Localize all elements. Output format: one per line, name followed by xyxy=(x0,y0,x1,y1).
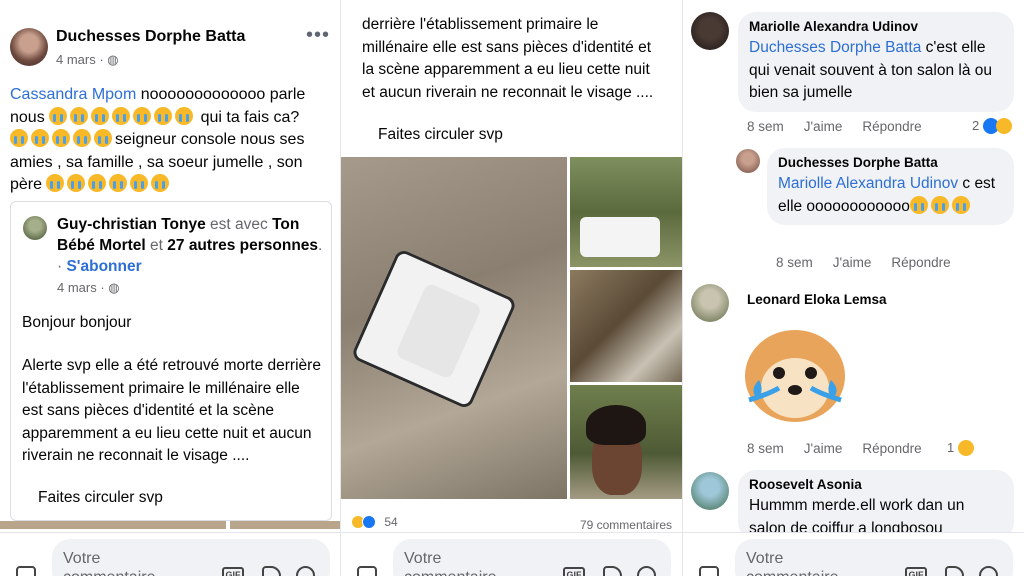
comment-placeholder: Votre commentaire xyxy=(746,550,838,576)
post-text-b: qui ta fais ca? xyxy=(196,108,300,126)
post-body: Cassandra Mpom nooooooooooooo parle nous… xyxy=(10,84,330,197)
crying-emoji-row-2 xyxy=(10,129,115,148)
gif-icon[interactable]: GIF xyxy=(222,567,244,576)
comment-time: 8 sem xyxy=(747,119,784,134)
comment-text: Mariolle Alexandra Udinov c est elle ooo… xyxy=(778,175,995,215)
shared-footer: Faites circuler svp xyxy=(38,489,163,506)
shared-author[interactable]: Guy-christian Tonye xyxy=(57,216,206,233)
like-button[interactable]: J'aime xyxy=(804,441,843,456)
sad-reaction-icon xyxy=(995,118,1012,134)
author-avatar[interactable] xyxy=(10,28,48,66)
sad-reaction-icon xyxy=(957,440,974,456)
comment-author[interactable]: Leonard Eloka Lemsa xyxy=(747,292,887,307)
photo-face[interactable] xyxy=(570,385,682,499)
shared-post[interactable]: Guy-christian Tonye est avec Ton Bébé Mo… xyxy=(10,201,332,521)
shared-body: Alerte svp elle a été retrouvé morte der… xyxy=(22,357,321,464)
comment-input[interactable]: Votre commentaire xyxy=(393,539,671,576)
like-button[interactable]: J'aime xyxy=(833,255,872,270)
camera-icon[interactable] xyxy=(357,566,377,576)
and-text: et xyxy=(145,237,168,254)
comment-actions: 8 sem J'aime Répondre xyxy=(747,441,942,456)
reaction-count: 54 xyxy=(384,515,398,529)
comments-count[interactable]: 79 commentaires xyxy=(580,518,672,532)
photo-strip-edge xyxy=(0,521,226,529)
camera-icon[interactable] xyxy=(16,566,36,576)
post-panel-middle: derrière l'établissement primaire le mil… xyxy=(341,0,682,576)
post-continued-footer: Faites circuler svp xyxy=(378,126,503,143)
reaction-count: 2 xyxy=(972,118,980,133)
crying-emoji-row-3 xyxy=(46,174,172,193)
photo-grid xyxy=(341,157,682,499)
comment-placeholder: Votre commentaire xyxy=(63,550,155,576)
comment-actions: 8 sem J'aime Répondre xyxy=(776,255,971,270)
like-reaction-icon xyxy=(362,515,376,529)
globe-icon: ◍ xyxy=(108,280,120,295)
shared-date-text: 4 mars · xyxy=(57,280,109,295)
comment-placeholder: Votre commentaire xyxy=(404,550,496,576)
follow-link[interactable]: S'abonner xyxy=(66,258,141,275)
commenter-avatar[interactable] xyxy=(736,149,760,173)
commenter-avatar[interactable] xyxy=(691,284,729,322)
camera-icon[interactable] xyxy=(699,566,719,576)
comment-bubble: Duchesses Dorphe Batta Mariolle Alexandr… xyxy=(767,148,1014,225)
reply-button[interactable]: Répondre xyxy=(891,255,950,270)
like-button[interactable]: J'aime xyxy=(804,119,843,134)
comment-actions: 8 sem J'aime Répondre xyxy=(747,119,942,134)
comment-mention[interactable]: Duchesses Dorphe Batta xyxy=(749,39,921,56)
comment-input[interactable]: Votre commentaire xyxy=(735,539,1013,576)
post-date-text: 4 mars · xyxy=(56,52,108,67)
crying-dog-sticker[interactable] xyxy=(739,318,851,428)
photo-body-covered[interactable] xyxy=(570,157,682,267)
crying-emoji-row xyxy=(49,106,196,126)
comment-bar: Votre commentaire GIF xyxy=(683,532,1024,576)
shared-date: 4 mars · ◍ xyxy=(57,280,120,296)
reply-button[interactable]: Répondre xyxy=(862,441,921,456)
comment-time: 8 sem xyxy=(747,441,784,456)
comment-text: Hummm merde.ell work dan un salon de coi… xyxy=(749,497,965,537)
comment-author[interactable]: Duchesses Dorphe Batta xyxy=(778,155,1003,170)
with-text: est avec xyxy=(205,216,273,233)
reply-button[interactable]: Répondre xyxy=(862,119,921,134)
photo-closeup[interactable] xyxy=(570,270,682,382)
mention-link[interactable]: Cassandra Mpom xyxy=(10,86,136,103)
comment-bar: Votre commentaire GIF xyxy=(0,532,340,576)
crying-emoji-row xyxy=(909,195,973,215)
comment-text: Duchesses Dorphe Batta c'est elle qui ve… xyxy=(749,39,992,101)
post-panel-left: Duchesses Dorphe Batta 4 mars · ◍ ••• Ca… xyxy=(0,0,340,576)
gif-icon[interactable]: GIF xyxy=(563,567,585,576)
photo-handbag[interactable] xyxy=(341,157,567,499)
post-author[interactable]: Duchesses Dorphe Batta xyxy=(56,28,245,46)
comment-reactions[interactable]: 1 xyxy=(947,440,974,456)
commenter-avatar[interactable] xyxy=(691,472,729,510)
comment-bubble: Roosevelt Asonia Hummm merde.ell work da… xyxy=(738,470,1014,540)
post-date: 4 mars · ◍ xyxy=(56,52,119,68)
shared-greeting: Bonjour bonjour xyxy=(22,314,132,331)
globe-icon: ◍ xyxy=(107,52,119,67)
gif-icon[interactable]: GIF xyxy=(905,567,927,576)
commenter-avatar[interactable] xyxy=(691,12,729,50)
post-continued-text: derrière l'établissement primaire le mil… xyxy=(362,16,654,101)
handbag-shape xyxy=(350,247,518,411)
photo-strip-edge xyxy=(230,521,340,529)
shared-header: Guy-christian Tonye est avec Ton Bébé Mo… xyxy=(57,214,327,277)
hair-shape xyxy=(586,405,646,445)
comment-author[interactable]: Roosevelt Asonia xyxy=(749,477,1003,492)
comment-reactions[interactable]: 2 xyxy=(972,118,1012,134)
others-link[interactable]: 27 autres personnes xyxy=(167,237,318,254)
comment-mention[interactable]: Mariolle Alexandra Udinov xyxy=(778,175,958,192)
shared-author-avatar[interactable] xyxy=(23,216,47,240)
comment-time: 8 sem xyxy=(776,255,813,270)
more-options-icon[interactable]: ••• xyxy=(306,24,330,47)
comment-bar: Votre commentaire GIF xyxy=(341,532,682,576)
comment-author[interactable]: Mariolle Alexandra Udinov xyxy=(749,19,1003,34)
comments-panel: Mariolle Alexandra Udinov Duchesses Dorp… xyxy=(683,0,1024,576)
reaction-count: 1 xyxy=(947,440,955,455)
reaction-summary[interactable]: 54 xyxy=(351,515,398,529)
comment-input[interactable]: Votre commentaire xyxy=(52,539,330,576)
comment-bubble: Mariolle Alexandra Udinov Duchesses Dorp… xyxy=(738,12,1014,112)
